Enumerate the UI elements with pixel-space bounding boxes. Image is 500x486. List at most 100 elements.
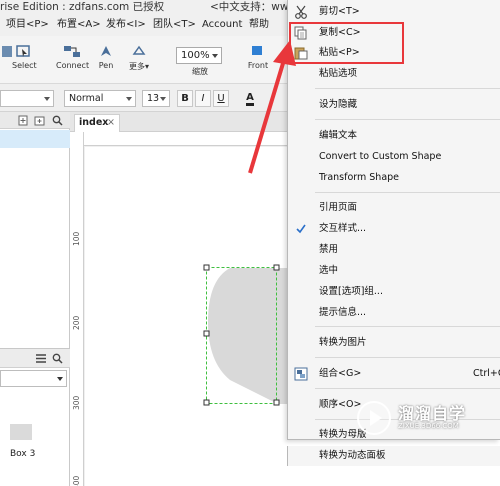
connect-icon <box>64 46 80 57</box>
menu-item-tooltip-label: 提示信息... <box>319 307 367 318</box>
menu-item-paste-options[interactable]: 粘贴选项 <box>288 64 500 84</box>
ruler-mark: 400 <box>72 475 81 486</box>
font-size-value: 13 <box>147 93 160 104</box>
box3-widget-label: Box 3 <box>10 449 36 459</box>
select-icon <box>16 45 30 57</box>
menu-item-convert-custom-shape-label: Convert to Custom Shape <box>319 151 442 162</box>
menu-separator <box>315 326 500 327</box>
zoom-select[interactable]: 100% <box>176 47 222 64</box>
menu-item-interaction-styles-label: 交互样式... <box>319 223 367 234</box>
add-page-icon[interactable] <box>18 115 29 126</box>
connect-tool-button[interactable]: Connect <box>56 44 90 70</box>
bold-button[interactable]: B <box>177 90 193 107</box>
menu-item-reference-page[interactable]: 引用页面 <box>288 198 500 218</box>
menu-separator <box>315 357 500 358</box>
selected-shape[interactable] <box>200 262 290 408</box>
chevron-down-icon <box>44 97 50 101</box>
menu-separator <box>315 88 500 89</box>
search-icon[interactable] <box>52 353 63 364</box>
menu-item-publish[interactable]: 发布<I> <box>106 18 146 32</box>
menu-item-group[interactable]: 组合<G> Ctrl+G <box>288 364 500 384</box>
menu-item-layout[interactable]: 布置<A> <box>57 18 101 32</box>
menu-item-set-hidden-label: 设为隐藏 <box>319 99 358 110</box>
widgets-header <box>0 348 70 368</box>
pages-header <box>0 112 70 129</box>
highlight-box <box>289 22 404 64</box>
watermark-subtitle: ZIXUE.3D66.COM <box>398 422 459 430</box>
tab-index-label: index <box>79 117 109 128</box>
close-icon[interactable]: × <box>107 115 115 131</box>
menu-item-selected-label: 选中 <box>319 265 339 276</box>
menu-item-cut[interactable]: 剪切<T> <box>288 2 500 22</box>
tab-index[interactable]: index × <box>74 114 120 132</box>
menu-item-account[interactable]: Account <box>202 18 242 32</box>
group-icon <box>294 367 308 381</box>
more-tools-label: 更多▾ <box>128 62 149 71</box>
page-tree-selected-row[interactable] <box>0 130 70 148</box>
search-icon[interactable] <box>52 115 63 126</box>
style-select[interactable]: Normal <box>64 90 136 107</box>
menu-item-transform-shape[interactable]: Transform Shape <box>288 168 500 188</box>
italic-button[interactable]: I <box>195 90 211 107</box>
ruler-mark: 200 <box>72 315 81 330</box>
menu-item-interaction-styles[interactable]: 交互样式... <box>288 219 500 239</box>
zoom-label-wrap: 缩放 <box>188 66 212 77</box>
menu-item-selected[interactable]: 选中 <box>288 261 500 281</box>
menu-item-group-label: 组合<G> <box>319 368 362 379</box>
play-logo-icon <box>357 401 391 435</box>
menu-item-set-option-group-label: 设置[选项]组... <box>319 286 383 297</box>
more-icon <box>132 45 146 55</box>
font-family-select[interactable] <box>0 90 54 107</box>
font-size-select[interactable]: 13 <box>142 90 170 107</box>
menu-item-edit-text[interactable]: 编辑文本 <box>288 126 500 146</box>
menu-item-convert-image-label: 转换为图片 <box>319 337 367 348</box>
menu-separator <box>315 192 500 193</box>
menu-item-paste-options-label: 粘贴选项 <box>319 68 358 79</box>
style-value: Normal <box>69 93 104 104</box>
pen-tool-button[interactable]: Pen <box>96 44 116 70</box>
pen-icon <box>101 46 111 56</box>
box3-widget-thumbnail[interactable] <box>10 424 32 440</box>
zoom-value: 100% <box>181 50 210 61</box>
chevron-down-icon <box>212 54 218 58</box>
left-panel: Box 3 <box>0 112 70 486</box>
chevron-down-icon <box>160 97 166 101</box>
widget-library-select[interactable] <box>0 370 67 387</box>
menu-item-set-option-group[interactable]: 设置[选项]组... <box>288 282 500 302</box>
resize-handle[interactable] <box>203 399 210 406</box>
menu-item-transform-shape-label: Transform Shape <box>319 172 400 183</box>
select-tool-button[interactable]: Select <box>12 44 37 70</box>
menu-item-project[interactable]: 项目<P> <box>6 18 49 32</box>
select-tool-label: Select <box>12 61 37 70</box>
menu-item-set-hidden[interactable]: 设为隐藏 <box>288 95 500 115</box>
underline-button[interactable]: U <box>213 90 229 107</box>
checkmark-icon <box>296 224 306 234</box>
zoom-label: 缩放 <box>192 67 208 76</box>
menu-item-team[interactable]: 团队<T> <box>153 18 196 32</box>
menu-item-convert-custom-shape[interactable]: Convert to Custom Shape <box>288 147 500 167</box>
menu-item-edit-text-label: 编辑文本 <box>319 130 358 141</box>
more-tools-button[interactable]: 更多▾ <box>126 44 152 72</box>
connect-tool-label: Connect <box>56 61 90 70</box>
resize-handle[interactable] <box>203 264 210 271</box>
menu-item-disable-label: 禁用 <box>319 244 339 255</box>
ruler-mark: 300 <box>72 395 81 410</box>
chevron-down-icon <box>57 377 63 381</box>
menu-item-group-shortcut: Ctrl+G <box>473 368 500 379</box>
annotation-arrow-icon <box>248 40 296 174</box>
resize-handle[interactable] <box>203 330 210 337</box>
menu-item-reference-page-label: 引用页面 <box>319 202 358 213</box>
add-folder-icon[interactable] <box>34 115 45 126</box>
resize-handle[interactable] <box>273 264 280 271</box>
menu-item-disable[interactable]: 禁用 <box>288 240 500 260</box>
vertical-ruler: 100 200 300 400 <box>70 132 84 486</box>
menu-item-convert-image[interactable]: 转换为图片 <box>288 333 500 353</box>
resize-handle[interactable] <box>273 399 280 406</box>
menu-item-tooltip[interactable]: 提示信息... <box>288 303 500 323</box>
menu-item-convert-dynamic-panel[interactable]: 转换为动态面板 <box>287 446 500 466</box>
menu-item-help[interactable]: 帮助 <box>249 18 269 32</box>
menu-icon[interactable] <box>36 354 46 363</box>
scissors-icon <box>295 5 307 19</box>
menu-item-cut-label: 剪切<T> <box>319 6 360 17</box>
ruler-mark: 100 <box>72 231 81 246</box>
